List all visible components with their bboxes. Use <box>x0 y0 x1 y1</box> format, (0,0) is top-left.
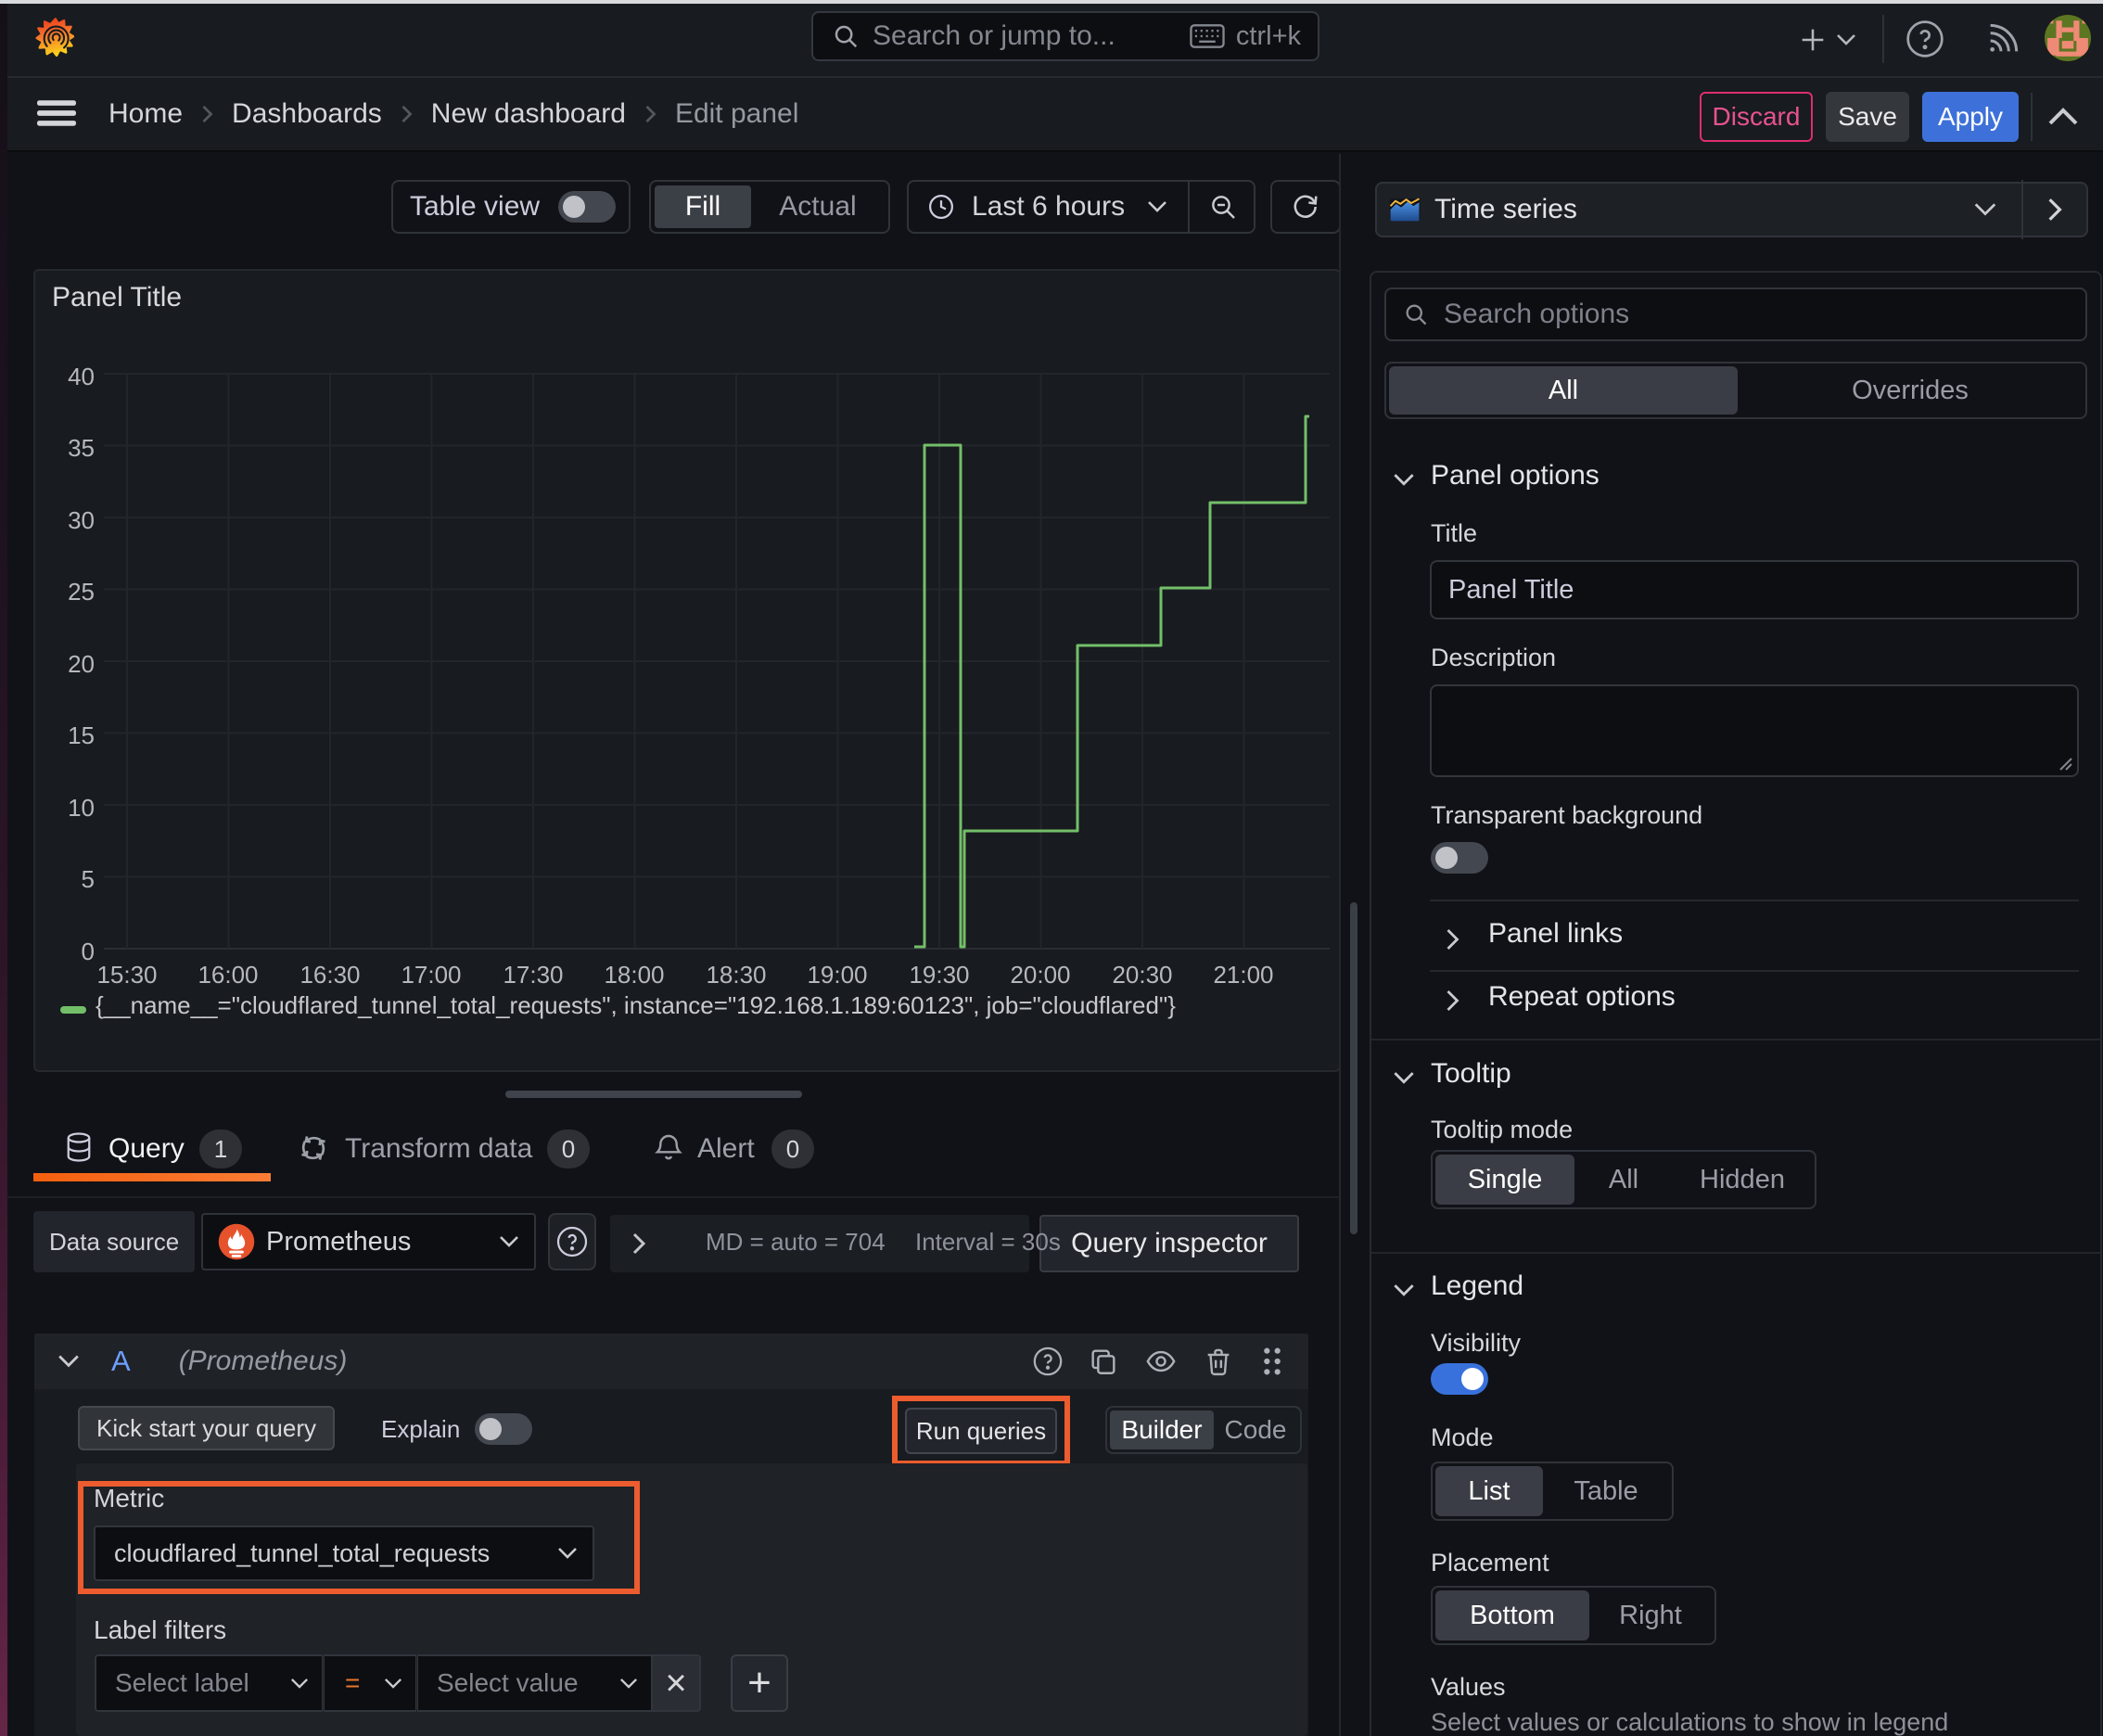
svg-text:10: 10 <box>68 794 95 822</box>
svg-text:17:00: 17:00 <box>401 961 461 989</box>
svg-text:18:30: 18:30 <box>706 961 766 989</box>
svg-text:20: 20 <box>68 650 95 678</box>
svg-text:17:30: 17:30 <box>503 961 563 989</box>
svg-text:25: 25 <box>68 578 95 606</box>
svg-text:15:30: 15:30 <box>96 961 157 989</box>
svg-text:16:00: 16:00 <box>198 961 258 989</box>
svg-text:35: 35 <box>68 434 95 462</box>
svg-text:20:30: 20:30 <box>1112 961 1172 989</box>
svg-text:30: 30 <box>68 506 95 534</box>
svg-text:19:00: 19:00 <box>807 961 867 989</box>
svg-text:15: 15 <box>68 721 95 749</box>
svg-text:5: 5 <box>82 865 95 893</box>
svg-text:16:30: 16:30 <box>300 961 360 989</box>
svg-text:0: 0 <box>82 938 95 965</box>
svg-text:20:00: 20:00 <box>1010 961 1070 989</box>
svg-text:18:00: 18:00 <box>604 961 664 989</box>
svg-text:21:00: 21:00 <box>1213 961 1273 989</box>
svg-text:19:30: 19:30 <box>909 961 969 989</box>
svg-text:40: 40 <box>68 363 95 390</box>
